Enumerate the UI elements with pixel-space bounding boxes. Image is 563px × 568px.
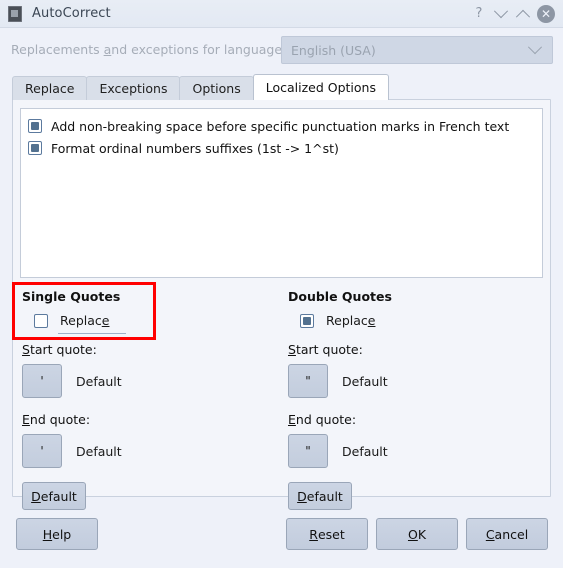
reset-button-mnemonic: R [309,526,318,542]
list-item[interactable]: Format ordinal numbers suffixes (1st -> … [21,137,542,159]
single-quotes-replace-checkbox[interactable] [34,313,48,328]
single-start-quote-button[interactable]: ' [22,364,62,398]
list-item[interactable]: Add non-breaking space before specific p… [21,115,542,137]
help-button-mnemonic: H [42,526,53,542]
tab-options[interactable]: Options [179,76,254,100]
double-quotes-replace-label-before: Replac [326,313,368,328]
single-quotes-section: Single Quotes Replace Start quote: ' Def… [22,289,126,510]
single-quotes-heading: Single Quotes [22,289,121,304]
double-quotes-replace-label: Replace [326,313,375,328]
double-end-quote-text: nd quote: [295,412,357,427]
checkbox-ordinal-suffixes[interactable] [28,141,42,155]
double-start-quote-value: Default [342,373,388,389]
list-item-label: Format ordinal numbers suffixes (1st -> … [51,140,339,156]
double-end-quote-label: End quote: [288,412,392,427]
focus-indicator [58,333,126,334]
tab-exceptions-label: Exceptions [99,81,168,96]
double-end-quote-value: Default [342,443,388,459]
double-end-quote-button[interactable]: " [288,434,328,468]
single-quotes-replace-label-before: Replac [60,313,102,328]
ok-button-text: K [417,526,427,542]
tab-replace[interactable]: Replace [12,76,88,100]
tab-options-label: Options [192,81,241,96]
double-start-quote-button[interactable]: " [288,364,328,398]
cancel-button-mnemonic: C [485,526,495,542]
tab-localized-options[interactable]: Localized Options [252,74,389,100]
tab-localized-options-label: Localized Options [265,80,376,95]
help-titlebar-button[interactable]: ? [468,3,490,25]
tab-bar: Replace Exceptions Options Localized Opt… [12,74,389,100]
reset-button-text: eset [317,526,345,542]
double-quotes-replace-row[interactable]: Replace [300,313,392,328]
chevron-up-icon [515,9,531,24]
single-start-quote-mnemonic: S [22,342,30,357]
language-select[interactable]: English (USA) [281,36,553,64]
single-start-quote-value: Default [76,373,122,389]
single-end-quote-row: ' Default [22,434,122,468]
single-end-quote-value: Default [76,443,122,459]
close-button[interactable]: ✕ [537,4,555,23]
single-quotes-replace-label-mnemonic: e [101,313,110,328]
maximize-button[interactable] [512,3,534,25]
single-quotes-replace-label: Replace [60,313,109,328]
cancel-button-text: ancel [494,526,529,542]
document-icon [8,5,22,22]
double-start-quote-row: " Default [288,364,392,398]
double-quotes-replace-checkbox[interactable] [300,313,314,328]
language-select-value: English (USA) [291,42,376,58]
list-item-label: Add non-breaking space before specific p… [51,118,510,134]
checkbox-nonbreaking-space[interactable] [28,119,42,133]
help-button[interactable]: Help [16,518,98,550]
double-quotes-replace-label-mnemonic: e [367,313,376,328]
title-bar: AutoCorrect ? ✕ [0,0,563,28]
language-row: Replacements and exceptions for language… [0,36,563,66]
double-end-quote-mnemonic: E [288,412,296,427]
double-default-mnemonic: D [297,488,307,504]
single-end-quote-label: End quote: [22,412,122,427]
double-quotes-default-button[interactable]: Default [288,482,352,510]
cancel-button[interactable]: Cancel [466,518,548,550]
help-button-text: elp [52,526,72,542]
double-quotes-section: Double Quotes Replace Start quote: " Def… [288,289,392,510]
single-start-quote-label: Start quote: [22,342,122,357]
double-start-quote-text: tart quote: [295,342,363,357]
single-end-quote-text: nd quote: [29,412,91,427]
ok-button-mnemonic: O [407,526,418,542]
single-quotes-default-button[interactable]: Default [22,482,86,510]
tab-replace-label: Replace [25,81,75,96]
single-start-quote-row: ' Default [22,364,122,398]
reset-button[interactable]: Reset [286,518,368,550]
language-label: Replacements and exceptions for language… [11,42,286,57]
double-start-quote-mnemonic: S [288,342,296,357]
single-default-text: efault [40,488,77,504]
ok-button[interactable]: OK [376,518,458,550]
single-end-quote-button[interactable]: ' [22,434,62,468]
double-default-text: efault [306,488,343,504]
localized-options-list[interactable]: Add non-breaking space before specific p… [20,108,543,278]
dialog-button-bar: Help Reset OK Cancel [0,518,563,552]
window-controls: ? ✕ [468,3,555,25]
tab-exceptions[interactable]: Exceptions [86,76,181,100]
window-title: AutoCorrect [32,6,111,21]
single-start-quote-text: tart quote: [29,342,97,357]
double-end-quote-row: " Default [288,434,392,468]
double-start-quote-label: Start quote: [288,342,392,357]
single-end-quote-mnemonic: E [22,412,30,427]
single-quotes-replace-row[interactable]: Replace [34,313,126,334]
chevron-down-icon [493,3,509,18]
language-label-text-before: Replacements [11,42,104,57]
double-quotes-heading: Double Quotes [288,289,392,304]
language-label-text-after: nd exceptions for language: [111,42,287,57]
chevron-down-icon [527,40,543,55]
single-default-mnemonic: D [31,488,41,504]
autocorrect-dialog: AutoCorrect ? ✕ Replacements and excepti… [0,0,563,568]
minimize-button[interactable] [490,3,512,25]
